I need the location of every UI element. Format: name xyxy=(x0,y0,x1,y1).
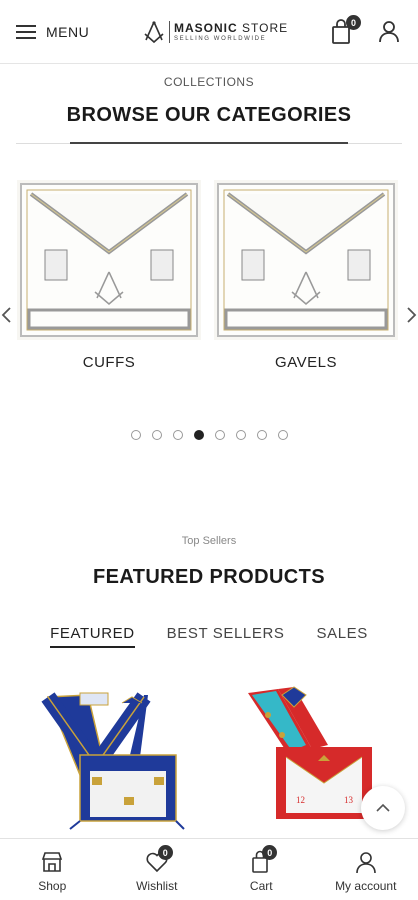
nav-shop[interactable]: Shop xyxy=(0,839,105,900)
menu-label: MENU xyxy=(46,24,90,40)
category-image-apron xyxy=(214,180,398,340)
svg-text:12: 12 xyxy=(296,795,305,805)
logo-divider xyxy=(169,21,170,43)
carousel-dot[interactable] xyxy=(172,430,183,440)
site-header: MENU MASONIC STORE SELLING WORLDWIDE 0 xyxy=(0,0,418,64)
logo-title: MASONIC STORE xyxy=(174,21,289,35)
carousel-next-arrow-icon[interactable] xyxy=(404,305,418,325)
wishlist-icon-wrap: 0 xyxy=(145,845,173,874)
carousel-dot[interactable] xyxy=(214,430,225,440)
header-account-button[interactable] xyxy=(377,19,403,45)
svg-text:13: 13 xyxy=(344,795,354,805)
square-compass-logo-icon xyxy=(144,21,164,44)
chevron-up-icon xyxy=(376,803,390,812)
featured-eyebrow: Top Sellers xyxy=(181,535,237,547)
category-card-gavels[interactable]: GAVELS xyxy=(214,180,398,371)
shop-icon xyxy=(42,852,63,872)
carousel-dot[interactable] xyxy=(256,430,267,440)
carousel-dot[interactable] xyxy=(151,430,162,440)
tab-best-sellers[interactable]: BEST SELLERS xyxy=(167,625,285,648)
nav-my-account[interactable]: My account xyxy=(314,839,418,900)
logo-text: MASONIC STORE SELLING WORLDWIDE xyxy=(174,22,288,42)
title-underline xyxy=(70,142,348,144)
category-label: CUFFS xyxy=(82,354,136,371)
carousel-prev-arrow-icon[interactable] xyxy=(0,305,14,325)
bottom-navigation: Shop 0 Wishlist 0 Cart My account xyxy=(0,838,418,900)
wishlist-count-badge: 0 xyxy=(157,845,173,860)
menu-button[interactable]: MENU xyxy=(16,20,89,44)
nav-label: Cart xyxy=(249,879,273,893)
carousel-dot[interactable] xyxy=(235,430,246,440)
tab-featured[interactable]: FEATURED xyxy=(50,625,135,648)
scroll-to-top-button[interactable] xyxy=(361,786,405,830)
user-icon xyxy=(355,852,376,874)
user-icon xyxy=(379,21,399,43)
carousel-pagination xyxy=(0,430,418,440)
cart-icon-wrap: 0 xyxy=(249,845,278,874)
nav-label: Wishlist xyxy=(136,879,178,893)
cart-nav-count-badge: 0 xyxy=(262,845,278,860)
category-label: GAVELS xyxy=(275,354,337,371)
featured-title: FEATURED PRODUCTS xyxy=(93,566,325,588)
carousel-dot[interactable] xyxy=(277,430,288,440)
nav-label: My account xyxy=(335,879,397,893)
category-card-cuffs[interactable]: CUFFS xyxy=(17,180,201,371)
category-image-apron xyxy=(17,180,201,340)
header-cart-button[interactable]: 0 xyxy=(330,15,361,45)
carousel-dot[interactable] xyxy=(130,430,141,440)
hamburger-icon xyxy=(16,25,36,39)
cart-count-badge: 0 xyxy=(346,15,361,30)
nav-label: Shop xyxy=(38,879,67,893)
carousel-dot[interactable] xyxy=(193,430,204,440)
nav-wishlist[interactable]: 0 Wishlist xyxy=(105,839,210,900)
collections-eyebrow: COLLECTIONS xyxy=(163,75,255,89)
product-tabs: FEATURED BEST SELLERS SALES xyxy=(0,625,418,648)
tab-sales[interactable]: SALES xyxy=(316,625,367,648)
product-image-blue-apron[interactable] xyxy=(40,685,190,830)
logo-subtitle: SELLING WORLDWIDE xyxy=(174,36,267,42)
categories-title: BROWSE OUR CATEGORIES xyxy=(66,104,352,126)
nav-cart[interactable]: 0 Cart xyxy=(209,839,314,900)
site-logo[interactable]: MASONIC STORE SELLING WORLDWIDE xyxy=(143,18,288,46)
